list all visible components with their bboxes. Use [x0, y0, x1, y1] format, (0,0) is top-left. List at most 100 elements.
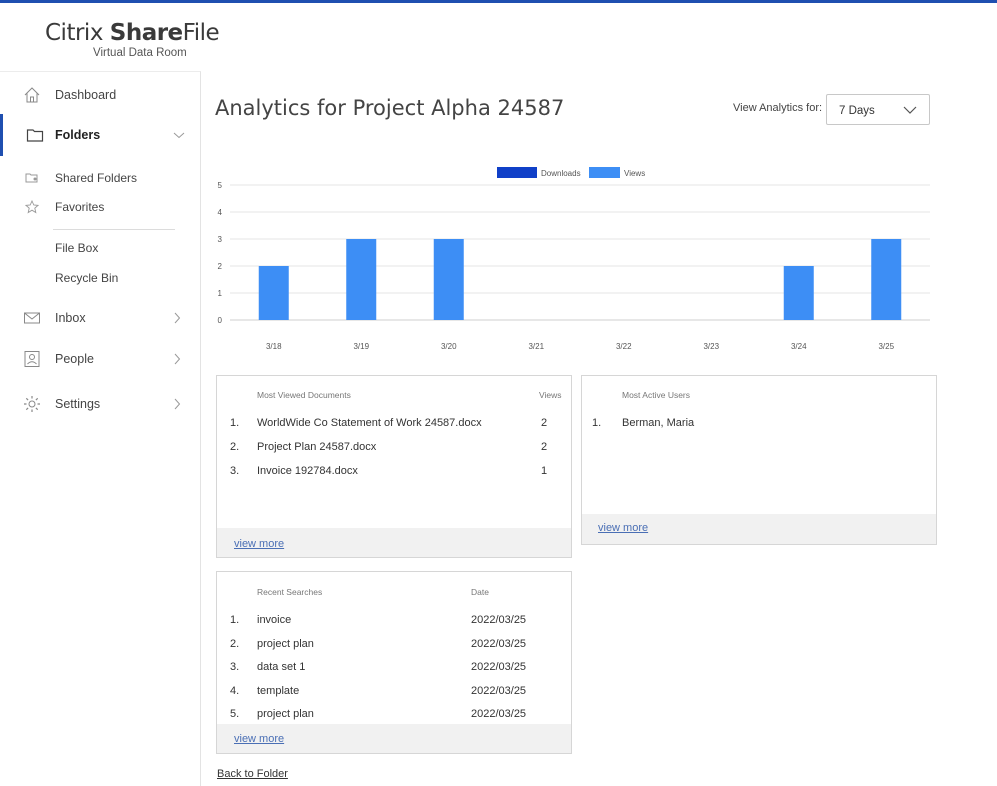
- most-viewed-view-more-link[interactable]: view more: [234, 538, 284, 550]
- gear-icon: [24, 396, 40, 412]
- nav-recycle-bin[interactable]: Recycle Bin: [55, 271, 118, 285]
- view-count: 2: [541, 417, 548, 429]
- y-tick-label: 5: [218, 181, 223, 190]
- nav-dashboard-label: Dashboard: [55, 88, 117, 102]
- nav-inbox-label: Inbox: [55, 311, 86, 325]
- row-number: 1.: [230, 614, 240, 626]
- star-icon: [25, 200, 39, 214]
- nav-settings-label: Settings: [55, 397, 101, 411]
- row-number: 3.: [230, 465, 240, 477]
- nav-folders[interactable]: Folders: [0, 114, 200, 156]
- row-number: 4.: [230, 684, 240, 697]
- nav-folders-label: Folders: [55, 128, 101, 142]
- row-number: 2.: [230, 441, 240, 453]
- range-select[interactable]: 7 Days: [826, 94, 930, 125]
- nav-people-label: People: [55, 352, 94, 366]
- x-tick-label: 3/20: [441, 342, 457, 351]
- home-icon: [24, 87, 40, 103]
- search-date: 2022/03/25: [471, 661, 527, 673]
- legend-views-label: Views: [624, 169, 645, 178]
- chevron-down-icon: [903, 106, 917, 114]
- most-active-view-more-link[interactable]: view more: [598, 522, 648, 534]
- most-viewed-footer: view more: [217, 528, 571, 557]
- nav-shared-folders[interactable]: Shared Folders: [55, 171, 137, 185]
- search-term-link[interactable]: template: [257, 685, 299, 697]
- views-bar[interactable]: [258, 266, 289, 320]
- x-tick-label: 3/18: [266, 342, 282, 351]
- top-accent-bar: [0, 0, 997, 3]
- mail-icon: [24, 312, 40, 324]
- recent-searches-panel: Recent Searches Date 1. invoice 2022/03/25…: [216, 571, 572, 754]
- search-term-link[interactable]: project plan: [257, 708, 314, 720]
- recent-searches-view-more-link[interactable]: view more: [234, 733, 284, 745]
- x-tick-label: 3/21: [528, 342, 544, 351]
- y-tick-label: 0: [218, 316, 223, 325]
- legend-views-swatch: [589, 167, 620, 178]
- document-name-link[interactable]: Invoice 192784.docx: [257, 465, 358, 477]
- nav-favorites[interactable]: Favorites: [55, 200, 104, 214]
- views-bar[interactable]: [433, 239, 464, 320]
- page-title: Analytics for Project Alpha 24587: [215, 96, 565, 120]
- most-viewed-panel: Most Viewed Documents Views 1. WorldWide …: [216, 375, 572, 558]
- analytics-chart: 0 1 2 3 4 5 3/18 3/19 3/20 3/21 3/22 3/23 3/24 3/25 Do…: [218, 167, 930, 351]
- document-name-link[interactable]: WorldWide Co Statement of Work 24587.doc…: [257, 417, 482, 429]
- sidebar: Dashboard Folders Shared Folders Favorit…: [0, 71, 201, 786]
- search-term-link[interactable]: project plan: [257, 638, 314, 650]
- views-bar[interactable]: [871, 239, 902, 320]
- most-active-title: Most Active Users: [622, 390, 691, 400]
- view-analytics-label: View Analytics for:: [733, 102, 823, 114]
- y-tick-label: 2: [218, 262, 223, 271]
- chevron-right-icon: [174, 312, 181, 324]
- y-tick-label: 3: [218, 235, 223, 244]
- logo-subtitle: Virtual Data Room: [93, 47, 187, 59]
- user-name-link[interactable]: Berman, Maria: [622, 417, 694, 429]
- logo: Citrix ShareFile Virtual Data Room: [45, 20, 220, 60]
- x-tick-label: 3/19: [353, 342, 369, 351]
- sidebar-divider: [53, 229, 175, 230]
- recent-searches-title: Recent Searches: [257, 587, 323, 597]
- y-tick-label: 1: [218, 289, 223, 298]
- y-tick-label: 4: [218, 208, 223, 217]
- row-number: 1.: [230, 417, 240, 429]
- legend-downloads-swatch: [497, 167, 537, 178]
- document-name-link[interactable]: Project Plan 24587.docx: [257, 441, 376, 453]
- most-active-panel: Most Active Users 1. Berman, Maria view m…: [581, 375, 937, 545]
- person-icon: [24, 351, 40, 367]
- most-active-footer: view more: [582, 514, 936, 544]
- x-tick-label: 3/22: [616, 342, 632, 351]
- row-number: 3.: [230, 661, 240, 673]
- view-count: 1: [541, 465, 548, 477]
- row-number: 1.: [592, 417, 602, 429]
- views-bar[interactable]: [783, 266, 814, 320]
- legend-downloads-label: Downloads: [541, 169, 581, 178]
- x-tick-label: 3/25: [878, 342, 894, 351]
- date-column-header: Date: [471, 587, 489, 597]
- nav-people[interactable]: People: [0, 341, 200, 377]
- nav-file-box[interactable]: File Box: [55, 241, 98, 255]
- search-term-link[interactable]: data set 1: [257, 661, 305, 673]
- search-date: 2022/03/25: [471, 708, 527, 720]
- search-term-link[interactable]: invoice: [257, 614, 291, 626]
- views-column-header: Views: [539, 390, 562, 400]
- search-date: 2022/03/25: [471, 684, 527, 697]
- chevron-down-icon[interactable]: [173, 129, 185, 141]
- row-number: 2.: [230, 637, 240, 650]
- nav-inbox[interactable]: Inbox: [0, 300, 200, 336]
- chevron-right-icon: [174, 398, 181, 410]
- chevron-right-icon: [174, 353, 181, 365]
- search-date: 2022/03/25: [471, 614, 527, 626]
- row-number: 5.: [230, 708, 240, 720]
- logo-wordmark: Citrix ShareFile: [45, 20, 220, 46]
- nav-dashboard[interactable]: Dashboard: [0, 77, 200, 113]
- back-to-folder-link[interactable]: Back to Folder: [217, 768, 288, 780]
- folder-icon: [26, 129, 44, 142]
- nav-settings[interactable]: Settings: [0, 386, 200, 422]
- views-bar[interactable]: [346, 239, 377, 320]
- shared-folders-icon: [25, 173, 38, 183]
- range-select-value: 7 Days: [839, 105, 875, 117]
- recent-searches-footer: view more: [217, 724, 571, 753]
- search-date: 2022/03/25: [471, 637, 527, 650]
- most-viewed-title: Most Viewed Documents: [257, 390, 351, 400]
- view-count: 2: [541, 441, 548, 453]
- x-tick-label: 3/23: [703, 342, 719, 351]
